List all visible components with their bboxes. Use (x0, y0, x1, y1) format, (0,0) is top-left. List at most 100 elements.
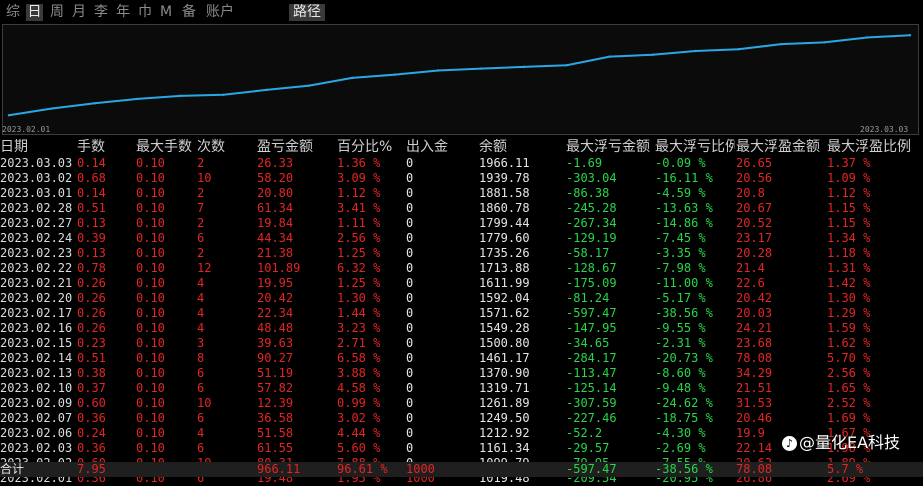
header-max-float-loss-pct[interactable]: 最大浮亏比例 (655, 137, 735, 157)
cell-pnl: 26.33 (257, 156, 294, 170)
cell-max-float-loss: -128.67 (566, 261, 617, 275)
tab-symbol[interactable]: 巾 (136, 4, 154, 21)
cell-date: 2023.02.16 (0, 321, 73, 335)
cell-deposit: 0 (406, 441, 414, 455)
header-max-float-loss[interactable]: 最大浮亏金额 (566, 137, 656, 157)
cell-lots: 7.95 (77, 462, 106, 476)
table-row[interactable]: 2023.02.22 0.78 0.10 12 101.89 6.32 % 0 1713.88… (0, 261, 923, 276)
balance-line (8, 34, 911, 117)
cell-count: 6 (197, 411, 205, 425)
cell-percent: 3.09 % (337, 171, 381, 185)
header-percent[interactable]: 百分比% (337, 137, 402, 157)
cell-percent: 1.11 % (337, 216, 381, 230)
cell-max-lots: 0.10 (136, 201, 165, 215)
cell-max-float-profit: 78.08 (736, 351, 773, 365)
tab-day[interactable]: 日 (26, 4, 43, 21)
table-row[interactable]: 2023.02.17 0.26 0.10 4 22.34 1.44 % 0 1571.62 -5… (0, 306, 923, 321)
tab-week[interactable]: 周 (48, 4, 66, 21)
cell-balance: 1161.34 (479, 441, 530, 455)
table-row[interactable]: 2023.02.15 0.23 0.10 3 39.63 2.71 % 0 1500.80 -3… (0, 336, 923, 351)
cell-count: 2 (197, 186, 205, 200)
cell-deposit: 1000 (406, 462, 435, 476)
balance-chart (2, 24, 919, 135)
tab-note[interactable]: 备 (180, 4, 198, 21)
cell-lots: 0.13 (77, 246, 106, 260)
header-max-float-profit[interactable]: 最大浮盈金额 (736, 137, 828, 157)
cell-balance: 1249.50 (479, 411, 530, 425)
cell-max-float-loss-pct: -2.31 % (655, 336, 706, 350)
header-lots[interactable]: 手数 (77, 137, 132, 157)
cell-pnl: 90.27 (257, 351, 294, 365)
cell-deposit: 0 (406, 291, 414, 305)
cell-deposit: 0 (406, 336, 414, 350)
table-row[interactable]: 2023.02.13 0.38 0.10 6 51.19 3.88 % 0 1370.90 -1… (0, 366, 923, 381)
table-row[interactable]: 2023.02.07 0.36 0.10 6 36.58 3.02 % 0 1249.50 -2… (0, 411, 923, 426)
table-row[interactable]: 2023.02.27 0.13 0.10 2 19.84 1.11 % 0 1799.44 -2… (0, 216, 923, 231)
cell-max-float-loss-pct: -13.63 % (655, 201, 713, 215)
cell-max-float-profit-pct: 1.15 % (827, 201, 871, 215)
table-row[interactable]: 2023.03.01 0.14 0.10 2 20.80 1.12 % 0 1881.58 -8… (0, 186, 923, 201)
table-row[interactable]: 2023.02.14 0.51 0.10 8 90.27 6.58 % 0 1461.17 -2… (0, 351, 923, 366)
cell-max-float-loss-pct: -11.00 % (655, 276, 713, 290)
cell-pnl: 19.84 (257, 216, 294, 230)
cell-pnl: 48.48 (257, 321, 294, 335)
tab-year[interactable]: 年 (114, 4, 132, 21)
tab-overview[interactable]: 综 (4, 4, 22, 21)
tab-season[interactable]: 李 (92, 4, 110, 21)
balance-point (265, 88, 268, 92)
cell-max-float-profit: 23.17 (736, 231, 773, 245)
table-row[interactable]: 2023.03.03 0.14 0.10 2 26.33 1.36 % 0 1966.11 -1… (0, 156, 923, 171)
cell-count: 4 (197, 306, 205, 320)
header-deposit[interactable]: 出入金 (406, 137, 466, 157)
header-max-float-profit-pct[interactable]: 最大浮盈比例 (827, 137, 923, 157)
table-row[interactable]: 2023.02.24 0.39 0.10 6 44.34 2.56 % 0 1779.60 -1… (0, 231, 923, 246)
table-row[interactable]: 2023.02.21 0.26 0.10 4 19.95 1.25 % 0 1611.99 -1… (0, 276, 923, 291)
tab-path[interactable]: 路径 (289, 4, 325, 21)
cell-max-float-profit: 20.56 (736, 171, 773, 185)
table-row[interactable]: 2023.02.16 0.26 0.10 4 48.48 3.23 % 0 1549.28 -1… (0, 321, 923, 336)
cell-max-float-profit-pct: 1.37 % (827, 156, 871, 170)
cell-percent: 3.41 % (337, 201, 381, 215)
cell-deposit: 0 (406, 231, 414, 245)
cell-max-float-profit-pct: 5.70 % (827, 351, 871, 365)
cell-percent: 3.88 % (337, 366, 381, 380)
watermark-text: @量化EA科技 (799, 433, 901, 452)
cell-max-float-loss: -86.38 (566, 186, 610, 200)
cell-max-float-loss: -245.28 (566, 201, 617, 215)
table-row[interactable]: 2023.02.20 0.26 0.10 4 20.42 1.30 % 0 1592.04 -8… (0, 291, 923, 306)
cell-max-float-profit-pct: 2.56 % (827, 366, 871, 380)
cell-deposit: 0 (406, 186, 414, 200)
cell-lots: 0.23 (77, 336, 106, 350)
header-date[interactable]: 日期 (0, 137, 60, 157)
tab-account[interactable]: 账户 (203, 4, 237, 21)
tab-magic[interactable]: M (158, 4, 174, 21)
cell-lots: 0.24 (77, 426, 106, 440)
header-balance[interactable]: 余额 (479, 137, 539, 157)
cell-count: 2 (197, 156, 205, 170)
balance-point (651, 53, 654, 56)
header-pnl[interactable]: 盈亏金额 (257, 137, 332, 157)
header-max-lots[interactable]: 最大手数 (136, 137, 196, 157)
cell-lots: 0.36 (77, 441, 106, 455)
balance-point (222, 93, 225, 97)
table-row[interactable]: 2023.02.28 0.51 0.10 7 61.34 3.41 % 0 1860.78 -2… (0, 201, 923, 216)
tab-month[interactable]: 月 (70, 4, 88, 21)
cell-pnl: 44.34 (257, 231, 294, 245)
balance-point (7, 114, 11, 117)
cell-lots: 0.26 (77, 291, 106, 305)
cell-max-float-profit: 24.21 (736, 321, 773, 335)
chart-start-date: 2023.02.01 (2, 125, 51, 134)
cell-max-lots: 0.10 (136, 381, 165, 395)
cell-max-lots: 0.10 (136, 216, 165, 230)
table-row[interactable]: 2023.03.02 0.68 0.10 10 58.20 3.09 % 0 1939.78 -… (0, 171, 923, 186)
cell-date: 2023.02.07 (0, 411, 73, 425)
cell-max-float-profit: 20.52 (736, 216, 773, 230)
cell-max-lots: 0.10 (136, 291, 165, 305)
cell-max-lots: 0.10 (136, 321, 165, 335)
header-count[interactable]: 次数 (197, 137, 242, 157)
cell-max-float-loss: -597.47 (566, 306, 617, 320)
cell-percent: 6.32 % (337, 261, 381, 275)
table-row[interactable]: 2023.02.23 0.13 0.10 2 21.38 1.25 % 0 1735.26 -5… (0, 246, 923, 261)
table-row[interactable]: 2023.02.09 0.60 0.10 10 12.39 0.99 % 0 1261.89 -… (0, 396, 923, 411)
table-row[interactable]: 2023.02.10 0.37 0.10 6 57.82 4.58 % 0 1319.71 -1… (0, 381, 923, 396)
